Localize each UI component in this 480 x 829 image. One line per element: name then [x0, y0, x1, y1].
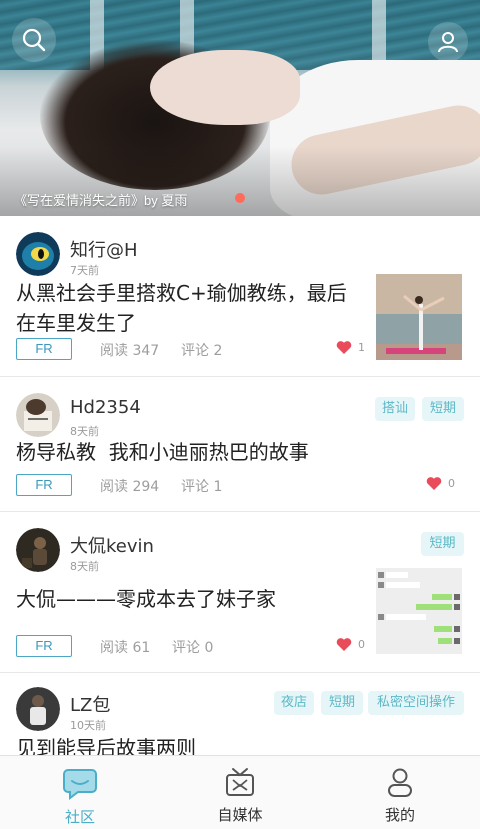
tag-chip[interactable]: 夜店: [274, 691, 314, 715]
post-item[interactable]: LZ包 10天前 夜店 短期 私密空间操作 见到能导后故事两则: [0, 673, 480, 755]
read-count: 阅读 347: [100, 343, 160, 359]
post-item[interactable]: 大侃kevin 8天前 短期 大侃———零成本去了妹子家 FR 阅读 61 评论…: [0, 512, 480, 673]
banner-carousel[interactable]: 《写在爱情消失之前》by 夏雨: [0, 0, 480, 216]
fr-badge: FR: [16, 474, 72, 496]
avatar[interactable]: [16, 528, 60, 572]
username[interactable]: Hd2354: [70, 397, 141, 418]
heart-icon: [426, 477, 442, 490]
tab-label: 社区: [64, 808, 95, 826]
tag-chip[interactable]: 私密空间操作: [368, 691, 464, 715]
heart-icon: [336, 638, 352, 651]
user-icon: [438, 32, 458, 53]
avatar[interactable]: [16, 393, 60, 437]
tab-community[interactable]: 社区: [0, 756, 160, 829]
bottom-tab-bar: 社区 自媒体 我的: [0, 755, 480, 829]
avatar[interactable]: [16, 687, 60, 731]
comment-count[interactable]: 评论 0: [172, 637, 213, 657]
avatar-image: [16, 393, 60, 437]
avatar-image: [16, 687, 60, 731]
like-button[interactable]: 0: [336, 637, 365, 652]
username[interactable]: LZ包: [70, 691, 110, 717]
tag-chip[interactable]: 短期: [421, 532, 464, 556]
fr-badge: FR: [16, 635, 72, 657]
post-title[interactable]: 从黑社会手里搭救C+瑜伽教练，最后在车里发生了: [16, 278, 366, 338]
post-title[interactable]: 杨导私教 我和小迪丽热巴的故事: [16, 437, 456, 467]
media-icon: [226, 768, 254, 796]
tab-profile[interactable]: 我的: [320, 756, 480, 829]
chat-screenshot-image: [376, 568, 462, 654]
avatar-image: [16, 528, 60, 572]
post-thumbnail[interactable]: [376, 274, 462, 360]
heart-icon: [336, 341, 352, 354]
post-title[interactable]: 见到能导后故事两则: [16, 733, 456, 755]
post-item[interactable]: Hd2354 8天前 搭讪 短期 杨导私教 我和小迪丽热巴的故事 FR 阅读 2…: [0, 377, 480, 512]
post-time: 10天前: [70, 719, 106, 732]
post-time: 7天前: [70, 264, 99, 277]
fr-badge: FR: [16, 338, 72, 360]
avatar-image: [16, 232, 60, 276]
profile-button[interactable]: [428, 22, 468, 62]
tab-media[interactable]: 自媒体: [160, 756, 320, 829]
comment-count[interactable]: 评论 2: [181, 340, 222, 360]
tag-chip[interactable]: 短期: [321, 691, 363, 715]
like-count: 0: [448, 477, 455, 490]
search-button[interactable]: [12, 18, 56, 62]
avatar[interactable]: [16, 232, 60, 276]
like-button[interactable]: 0: [426, 476, 455, 491]
comment-count[interactable]: 评论 1: [181, 476, 222, 496]
tab-label: 我的: [384, 806, 415, 824]
yoga-photo: [376, 274, 462, 360]
like-count: 1: [358, 341, 365, 354]
post-title[interactable]: 大侃———零成本去了妹子家: [16, 584, 356, 614]
like-button[interactable]: 1: [336, 340, 365, 355]
tag-chip[interactable]: 短期: [422, 397, 464, 421]
user-icon: [388, 768, 412, 797]
read-count: 阅读 61: [100, 640, 151, 656]
banner-caption[interactable]: 《写在爱情消失之前》by 夏雨: [14, 190, 187, 209]
post-feed[interactable]: 知行@H 7天前 从黑社会手里搭救C+瑜伽教练，最后在车里发生了 FR 阅读 3…: [0, 216, 480, 755]
tag-chip[interactable]: 搭讪: [375, 397, 415, 421]
post-item[interactable]: 知行@H 7天前 从黑社会手里搭救C+瑜伽教练，最后在车里发生了 FR 阅读 3…: [0, 216, 480, 377]
like-count: 0: [358, 638, 365, 651]
banner-photo-face: [150, 50, 300, 125]
chat-bubble-icon: [63, 769, 97, 800]
post-time: 8天前: [70, 560, 99, 573]
carousel-indicator-dot: [235, 193, 245, 203]
username[interactable]: 知行@H: [70, 236, 138, 262]
read-count: 阅读 294: [100, 479, 160, 495]
tab-label: 自媒体: [217, 806, 263, 824]
post-thumbnail[interactable]: [376, 568, 462, 654]
username[interactable]: 大侃kevin: [70, 532, 154, 558]
search-icon: [22, 28, 46, 52]
